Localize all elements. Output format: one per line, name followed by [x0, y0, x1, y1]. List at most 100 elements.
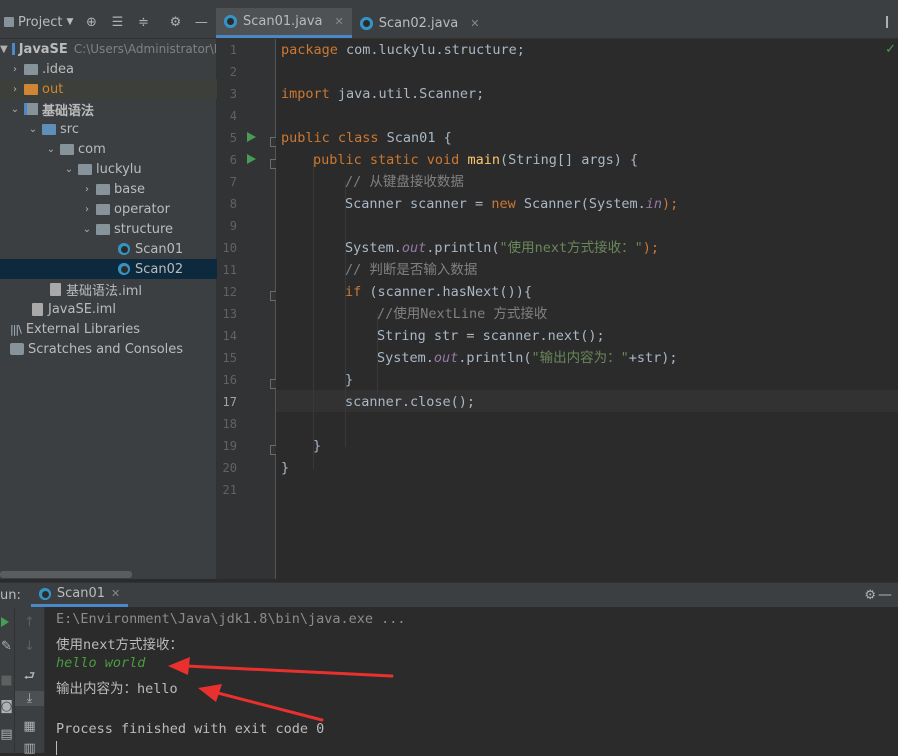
trash-icon[interactable]: ▥ [15, 741, 44, 756]
run-console[interactable]: E:\Environment\Java\jdk1.8\bin\java.exe … [45, 607, 898, 755]
chevron-right-icon[interactable]: › [82, 204, 92, 215]
package-icon [60, 143, 74, 155]
tree-scrollbar[interactable] [0, 571, 132, 578]
line-number: 1 [229, 43, 237, 57]
tree-item-idea[interactable]: › .idea [0, 59, 226, 79]
line-number: 16 [222, 373, 237, 387]
tree-label: JavaSE [18, 41, 68, 57]
tree-item-module[interactable]: ⌄ 基础语法 [0, 99, 226, 119]
expand-all-icon[interactable]: ☰ [109, 14, 125, 30]
code-token: public static void [313, 152, 460, 168]
code-token: out [401, 240, 427, 256]
soft-wrap-icon[interactable]: ⮐ [15, 667, 44, 689]
hide-icon[interactable]: — [193, 14, 209, 30]
code-token: scanner.close(); [345, 394, 476, 410]
run-class-icon[interactable] [247, 132, 256, 142]
tabs-menu-icon[interactable]: ❙ [882, 14, 892, 28]
console-exit-message: Process finished with exit code 0 [56, 721, 325, 737]
hide-icon[interactable]: — [878, 587, 892, 603]
chevron-right-icon[interactable]: › [10, 64, 20, 75]
line-number: 13 [222, 307, 237, 321]
code-token: in [645, 196, 663, 212]
tab-scan02[interactable]: Scan02.java ✕ [352, 8, 488, 38]
code-comment: //使用NextLine 方式接收 [377, 306, 548, 322]
run-panel-label: un: [0, 587, 21, 603]
console-prompt: 使用next方式接收： [56, 637, 184, 653]
tree-item-javase-iml[interactable]: JavaSE.iml [0, 299, 248, 319]
folder-icon [42, 123, 56, 135]
code-line-13: //使用NextLine 方式接收 [377, 303, 547, 325]
code-line-20: } [281, 457, 289, 479]
code-token: Scanner scanner = [345, 196, 492, 212]
editor-tabbar: Scan01.java ✕ Scan02.java ✕ ❙ [216, 6, 898, 39]
java-class-icon [38, 587, 51, 600]
tree-item-out[interactable]: › out [0, 79, 226, 99]
close-icon[interactable]: ✕ [111, 587, 120, 600]
gear-icon[interactable]: ⚙ [864, 588, 876, 603]
code-token: System. [377, 350, 434, 366]
tree-label: Scratches and Consoles [28, 341, 184, 357]
run-main-icon[interactable] [247, 154, 256, 164]
code-token: Scan01 { [378, 130, 452, 146]
code-line-6: public static void main(String[] args) { [313, 149, 638, 171]
tree-item-scratches[interactable]: Scratches and Consoles [0, 339, 226, 359]
iml-file-icon [50, 282, 61, 296]
inspection-ok-icon[interactable]: ✓ [885, 42, 896, 57]
code-line-14: String str = scanner.next(); [377, 325, 605, 347]
run-toolbar-left: ✎ ■ ◙ ▤ [0, 607, 15, 753]
project-tree: ▼ JavaSE C:\Users\Administrator\I › .ide… [0, 39, 334, 579]
code-string: "使用next方式接收：" [499, 240, 643, 256]
tree-item-external-libraries[interactable]: |||\ External Libraries [0, 319, 226, 339]
tab-scan01[interactable]: Scan01.java ✕ [216, 8, 352, 38]
arrow-down-icon[interactable]: ↓ [15, 639, 44, 654]
gear-icon[interactable]: ⚙ [167, 14, 183, 30]
chevron-down-icon[interactable]: ▼ [0, 44, 8, 55]
tree-label: .idea [42, 61, 74, 77]
tree-label: JavaSE.iml [48, 301, 116, 317]
chevron-right-icon[interactable]: › [10, 84, 20, 95]
chevron-down-icon[interactable]: ⌄ [28, 124, 38, 135]
code-token: System. [345, 240, 402, 256]
tree-item-src[interactable]: ⌄ src [0, 119, 244, 139]
line-number: 4 [229, 109, 237, 123]
code-token: package [281, 42, 338, 58]
rerun-icon[interactable] [1, 617, 9, 627]
package-icon [78, 163, 92, 175]
collapse-all-icon[interactable]: ≑ [135, 14, 151, 30]
code-token: public class [281, 130, 379, 146]
module-icon [11, 43, 15, 55]
tree-label: base [114, 181, 145, 197]
project-toolbar: Project ▼ ⊕ ☰ ≑ ⚙ — [0, 6, 216, 39]
package-icon [96, 183, 110, 195]
run-tab-scan01[interactable]: Scan01 ✕ [30, 583, 129, 607]
chevron-down-icon[interactable]: ⌄ [10, 104, 20, 115]
arrow-up-icon[interactable]: ↑ [15, 615, 44, 630]
close-icon[interactable]: ✕ [470, 17, 479, 30]
code-editor[interactable]: package com.luckylu.structure; import ja… [276, 39, 898, 579]
chevron-right-icon[interactable]: › [82, 184, 92, 195]
console-command-line: E:\Environment\Java\jdk1.8\bin\java.exe … [56, 611, 406, 627]
project-icon [4, 17, 14, 27]
code-line-15: System.out.println("输出内容为："+str); [377, 347, 678, 369]
close-icon[interactable]: ✕ [335, 15, 344, 28]
code-token: } [345, 372, 354, 388]
chevron-down-icon[interactable]: ⌄ [46, 144, 56, 155]
chevron-down-icon[interactable]: ⌄ [64, 164, 74, 175]
code-line-10: System.out.println("使用next方式接收："); [345, 237, 659, 259]
line-number: 19 [222, 439, 237, 453]
tree-item-javase[interactable]: ▼ JavaSE C:\Users\Administrator\I [0, 39, 216, 59]
folder-icon [24, 83, 38, 95]
line-number: 2 [229, 65, 237, 79]
code-token: +str); [628, 350, 678, 366]
scroll-to-end-icon[interactable]: ⤓ [15, 691, 44, 706]
code-line-11: // 判断是否输入数据 [345, 259, 477, 281]
print-icon[interactable]: ▦ [15, 719, 44, 734]
code-token: new [491, 196, 516, 212]
code-line-8: Scanner scanner = new Scanner(System.in)… [345, 193, 678, 215]
java-class-icon [118, 263, 130, 275]
code-token: (String[] args) { [499, 152, 639, 168]
code-line-12: if (scanner.hasNext()){ [345, 281, 532, 303]
locate-icon[interactable]: ⊕ [83, 14, 99, 30]
chevron-down-icon[interactable]: ⌄ [82, 224, 92, 235]
project-view-selector[interactable]: Project ▼ [4, 15, 73, 30]
